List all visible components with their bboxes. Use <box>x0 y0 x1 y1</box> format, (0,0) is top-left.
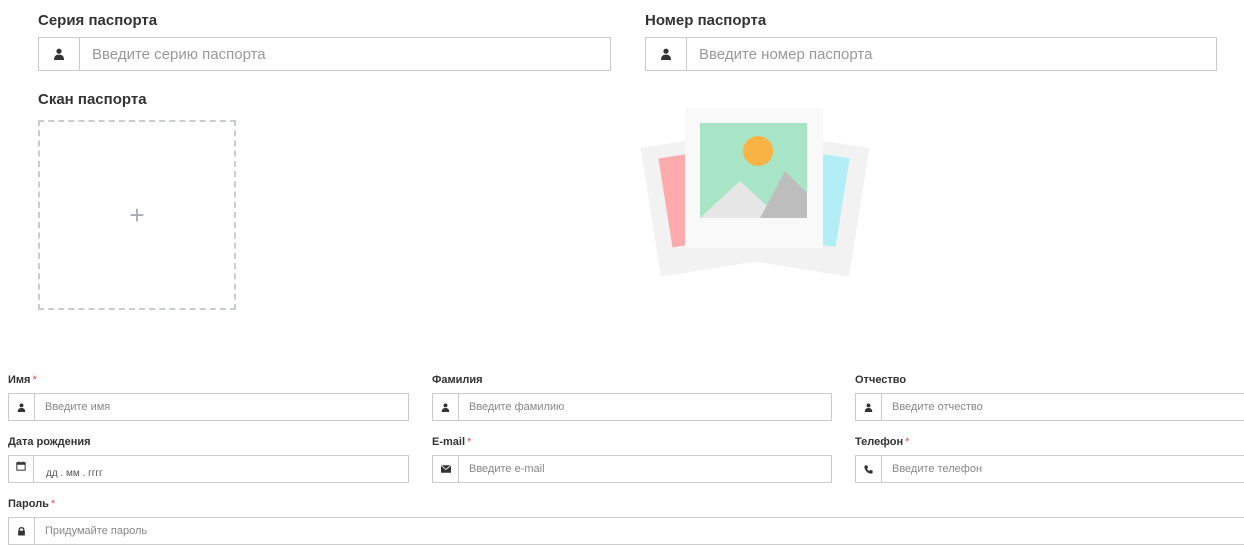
password-label: Пароль * <box>8 498 56 510</box>
first-name-field[interactable] <box>8 393 409 421</box>
passport-series-field[interactable] <box>38 37 611 71</box>
phone-field[interactable] <box>855 455 1244 483</box>
patronymic-label: Отчество <box>855 374 907 386</box>
first-name-input[interactable] <box>35 394 408 420</box>
birth-date-field[interactable]: дд . мм . гггг <box>8 455 409 483</box>
phone-label: Телефон * <box>855 436 910 448</box>
last-name-input[interactable] <box>459 394 831 420</box>
user-icon <box>39 38 80 70</box>
phone-icon <box>856 456 882 482</box>
last-name-field[interactable] <box>432 393 832 421</box>
user-icon <box>856 394 882 420</box>
required-mark: * <box>32 374 37 386</box>
plus-icon: + <box>129 200 145 230</box>
birth-date-input[interactable]: дд . мм . гггг <box>34 456 408 482</box>
required-mark: * <box>467 436 472 448</box>
email-field[interactable] <box>432 455 832 483</box>
phone-input[interactable] <box>882 456 1244 482</box>
envelope-icon <box>433 456 459 482</box>
first-name-label: Имя * <box>8 374 37 386</box>
password-input[interactable] <box>35 518 1244 544</box>
patronymic-field[interactable] <box>855 393 1244 421</box>
passport-series-label: Серия паспорта <box>38 12 158 29</box>
user-icon <box>433 394 459 420</box>
required-mark: * <box>50 498 56 510</box>
passport-number-field[interactable] <box>645 37 1217 71</box>
email-input[interactable] <box>459 456 831 482</box>
passport-series-input[interactable] <box>80 38 610 70</box>
passport-scan-label: Скан паспорта <box>38 91 147 108</box>
user-icon <box>9 394 35 420</box>
birth-date-label: Дата рождения <box>8 436 91 448</box>
passport-number-input[interactable] <box>687 38 1216 70</box>
passport-number-label: Номер паспорта <box>645 12 767 29</box>
last-name-label: Фамилия <box>432 374 483 386</box>
patronymic-input[interactable] <box>882 394 1244 420</box>
email-label: E-mail * <box>432 436 472 448</box>
required-mark: * <box>905 436 910 448</box>
passport-scan-upload[interactable]: + <box>38 120 236 310</box>
lock-icon <box>9 518 35 544</box>
user-icon <box>646 38 687 70</box>
calendar-icon <box>9 456 34 482</box>
image-placeholder-icon <box>640 108 870 277</box>
